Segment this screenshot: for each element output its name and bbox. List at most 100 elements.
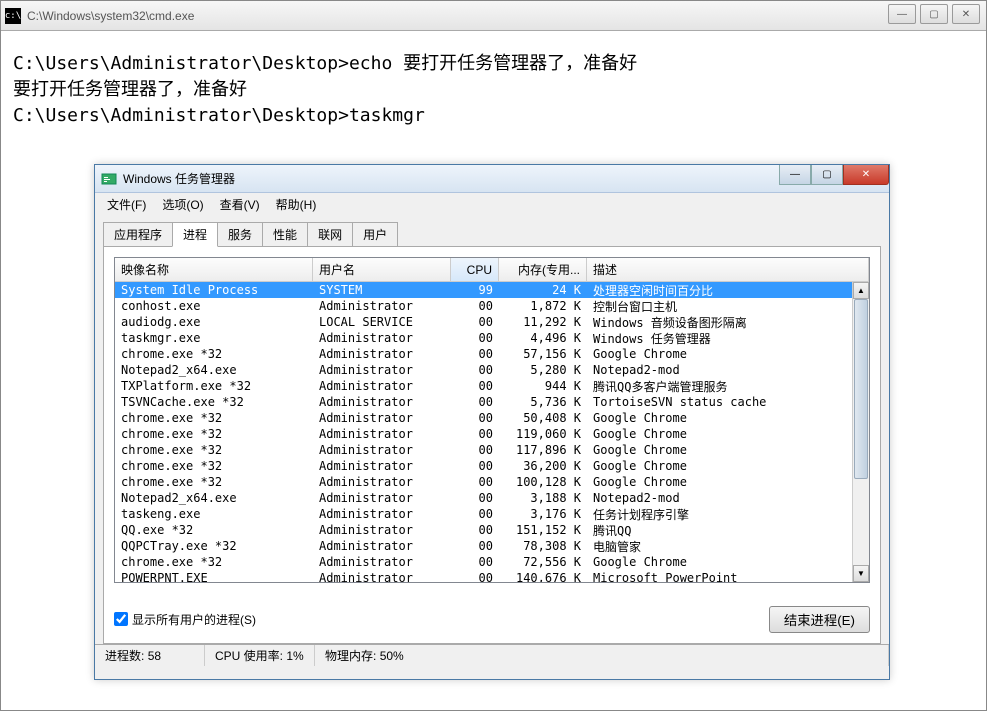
cell-cpu: 00	[451, 507, 499, 521]
process-row[interactable]: QQPCTray.exe *32Administrator0078,308 K电…	[115, 538, 852, 554]
tab-services[interactable]: 服务	[217, 222, 263, 247]
menu-file[interactable]: 文件(F)	[99, 194, 154, 215]
tab-processes[interactable]: 进程	[172, 222, 218, 247]
process-row[interactable]: conhost.exeAdministrator001,872 K控制台窗口主机	[115, 298, 852, 314]
cell-name: Notepad2_x64.exe	[115, 363, 313, 377]
process-list: 映像名称 用户名 CPU 内存(专用... 描述 System Idle Pro…	[114, 257, 870, 583]
cell-cpu: 00	[451, 523, 499, 537]
cell-user: Administrator	[313, 459, 451, 473]
process-row[interactable]: audiodg.exeLOCAL SERVICE0011,292 KWindow…	[115, 314, 852, 330]
cmd-icon: c:\	[5, 8, 21, 24]
process-row[interactable]: QQ.exe *32Administrator00151,152 K腾讯QQ	[115, 522, 852, 538]
cell-desc: 电脑管家	[587, 538, 852, 555]
col-header-desc[interactable]: 描述	[587, 258, 869, 281]
cell-cpu: 00	[451, 539, 499, 553]
cell-mem: 36,200 K	[499, 459, 587, 473]
menu-view[interactable]: 查看(V)	[212, 194, 268, 215]
end-process-button[interactable]: 结束进程(E)	[769, 606, 870, 633]
process-rows: System Idle ProcessSYSTEM9924 K处理器空闲时间百分…	[115, 282, 852, 582]
cmd-close-button[interactable]: ✕	[952, 4, 980, 24]
process-row[interactable]: chrome.exe *32Administrator00117,896 KGo…	[115, 442, 852, 458]
taskmgr-maximize-button[interactable]: ▢	[811, 165, 843, 185]
col-header-mem[interactable]: 内存(专用...	[499, 258, 587, 281]
cell-user: Administrator	[313, 427, 451, 441]
process-row[interactable]: taskmgr.exeAdministrator004,496 KWindows…	[115, 330, 852, 346]
scroll-thumb[interactable]	[854, 299, 868, 479]
cell-cpu: 00	[451, 443, 499, 457]
cell-mem: 72,556 K	[499, 555, 587, 569]
cell-desc: Notepad2-mod	[587, 491, 852, 505]
tab-performance[interactable]: 性能	[262, 222, 308, 247]
process-row[interactable]: TXPlatform.exe *32Administrator00944 K腾讯…	[115, 378, 852, 394]
tab-applications[interactable]: 应用程序	[103, 222, 173, 247]
menu-options[interactable]: 选项(O)	[154, 194, 211, 215]
cell-desc: 腾讯QQ	[587, 522, 852, 539]
col-header-cpu[interactable]: CPU	[451, 258, 499, 281]
cell-desc: Notepad2-mod	[587, 363, 852, 377]
cmd-maximize-button[interactable]: ▢	[920, 4, 948, 24]
taskmgr-bottom-bar: 显示所有用户的进程(S) 结束进程(E)	[114, 605, 870, 633]
status-mem: 物理内存: 50%	[315, 645, 889, 666]
process-row[interactable]: Notepad2_x64.exeAdministrator005,280 KNo…	[115, 362, 852, 378]
cell-desc: Google Chrome	[587, 347, 852, 361]
taskmgr-statusbar: 进程数: 58 CPU 使用率: 1% 物理内存: 50%	[95, 644, 889, 666]
cmd-line: C:\Users\Administrator\Desktop>taskmgr	[13, 103, 974, 129]
process-list-vscrollbar[interactable]: ▲ ▼	[852, 282, 869, 582]
cell-user: Administrator	[313, 491, 451, 505]
scroll-down-button[interactable]: ▼	[853, 565, 869, 582]
cell-cpu: 00	[451, 347, 499, 361]
scroll-up-button[interactable]: ▲	[853, 282, 869, 299]
process-row[interactable]: chrome.exe *32Administrator0057,156 KGoo…	[115, 346, 852, 362]
cell-user: Administrator	[313, 443, 451, 457]
process-row[interactable]: System Idle ProcessSYSTEM9924 K处理器空闲时间百分…	[115, 282, 852, 298]
tab-users[interactable]: 用户	[352, 222, 398, 247]
cell-user: Administrator	[313, 363, 451, 377]
cell-mem: 57,156 K	[499, 347, 587, 361]
status-cpu-label: CPU 使用率:	[215, 649, 283, 663]
process-row[interactable]: chrome.exe *32Administrator00119,060 KGo…	[115, 426, 852, 442]
cell-cpu: 00	[451, 411, 499, 425]
tab-networking[interactable]: 联网	[307, 222, 353, 247]
menu-help[interactable]: 帮助(H)	[268, 194, 325, 215]
process-row[interactable]: taskeng.exeAdministrator003,176 K任务计划程序引…	[115, 506, 852, 522]
process-row[interactable]: POWERPNT.EXEAdministrator00140,676 KMicr…	[115, 570, 852, 582]
cell-name: chrome.exe *32	[115, 427, 313, 441]
process-row[interactable]: chrome.exe *32Administrator0072,556 KGoo…	[115, 554, 852, 570]
taskmgr-titlebar[interactable]: Windows 任务管理器 — ▢ ✕	[95, 165, 889, 193]
cell-mem: 3,188 K	[499, 491, 587, 505]
taskmgr-minimize-button[interactable]: —	[779, 165, 811, 185]
cell-desc: 任务计划程序引擎	[587, 506, 852, 523]
process-row[interactable]: TSVNCache.exe *32Administrator005,736 KT…	[115, 394, 852, 410]
cmd-line: C:\Users\Administrator\Desktop>echo 要打开任…	[13, 51, 974, 77]
cmd-minimize-button[interactable]: —	[888, 4, 916, 24]
cell-cpu: 00	[451, 299, 499, 313]
cell-mem: 140,676 K	[499, 571, 587, 582]
cell-user: LOCAL SERVICE	[313, 315, 451, 329]
status-cpu: CPU 使用率: 1%	[205, 645, 315, 666]
process-row[interactable]: chrome.exe *32Administrator0050,408 KGoo…	[115, 410, 852, 426]
taskmgr-close-button[interactable]: ✕	[843, 165, 889, 185]
status-cpu-value: 1%	[286, 649, 303, 663]
show-all-users-checkbox[interactable]: 显示所有用户的进程(S)	[114, 611, 256, 628]
status-processes: 进程数: 58	[95, 645, 205, 666]
cell-name: System Idle Process	[115, 283, 313, 297]
cell-cpu: 00	[451, 475, 499, 489]
process-row[interactable]: Notepad2_x64.exeAdministrator003,188 KNo…	[115, 490, 852, 506]
cell-name: audiodg.exe	[115, 315, 313, 329]
col-header-user[interactable]: 用户名	[313, 258, 451, 281]
cell-desc: Windows 任务管理器	[587, 330, 852, 347]
cell-name: conhost.exe	[115, 299, 313, 313]
taskmgr-content: 映像名称 用户名 CPU 内存(专用... 描述 System Idle Pro…	[103, 246, 881, 644]
col-header-cpu-label: CPU	[467, 263, 492, 277]
cmd-titlebar[interactable]: c:\ C:\Windows\system32\cmd.exe — ▢ ✕	[1, 1, 986, 31]
cell-desc: 腾讯QQ多客户端管理服务	[587, 378, 852, 395]
col-header-name[interactable]: 映像名称	[115, 258, 313, 281]
cell-user: Administrator	[313, 571, 451, 582]
process-row[interactable]: chrome.exe *32Administrator0036,200 KGoo…	[115, 458, 852, 474]
show-all-users-input[interactable]	[114, 612, 128, 626]
process-row[interactable]: chrome.exe *32Administrator00100,128 KGo…	[115, 474, 852, 490]
cell-mem: 5,280 K	[499, 363, 587, 377]
cell-cpu: 00	[451, 491, 499, 505]
cell-name: TXPlatform.exe *32	[115, 379, 313, 393]
cell-mem: 1,872 K	[499, 299, 587, 313]
